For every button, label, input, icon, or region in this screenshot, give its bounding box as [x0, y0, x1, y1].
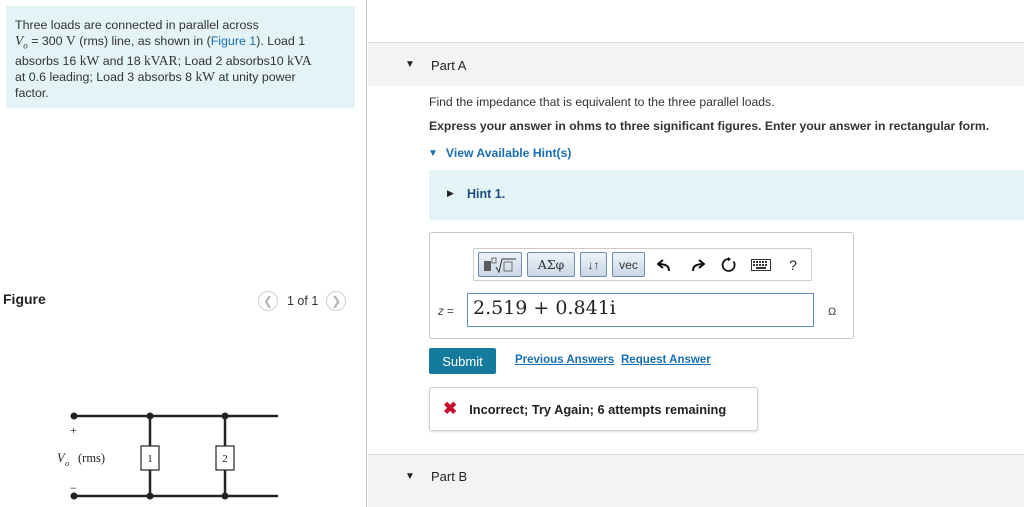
math-toolbar: ΑΣφ ↓↑ vec ?	[473, 248, 812, 281]
problem-line-5: factor.	[15, 86, 49, 101]
problem-text-c: absorbs 16	[15, 54, 80, 69]
problem-line-4: at 0.6 leading; Load 3 absorbs 8 kW at u…	[15, 69, 345, 85]
part-a-title: Part A	[431, 58, 467, 73]
node-1-top	[146, 412, 154, 420]
help-icon[interactable]: ?	[778, 252, 808, 277]
problem-statement: Three loads are connected in parallel ac…	[6, 6, 355, 108]
submit-button[interactable]: Submit	[429, 348, 496, 374]
figure-link[interactable]: Figure 1	[211, 34, 256, 48]
z-eq: =	[443, 306, 454, 318]
question-text: Find the impedance that is equivalent to…	[429, 95, 775, 109]
problem-text-e: ; Load 2 absorbs10	[177, 54, 288, 69]
load-1-label: 1	[147, 453, 153, 465]
problem-line-3: absorbs 16 kW and 18 kVAR; Load 2 absorb…	[15, 53, 345, 69]
problem-text-b: ). Load 1	[256, 34, 306, 48]
unit-kw-2: kW	[195, 69, 216, 85]
collapse-triangle-icon-b: ▼	[405, 471, 415, 482]
hint-1[interactable]: ▶ Hint 1.	[429, 170, 1024, 220]
request-answer-link[interactable]: Request Answer	[621, 354, 711, 366]
previous-answers-link[interactable]: Previous Answers	[515, 354, 614, 366]
feedback-box: ✖ Incorrect; Try Again; 6 attempts remai…	[429, 387, 758, 431]
minus-sign: −	[70, 481, 77, 495]
z-label: z =	[438, 306, 454, 318]
vec-button[interactable]: vec	[612, 252, 645, 277]
hint-1-label: Hint 1.	[467, 187, 506, 201]
undo-icon[interactable]	[650, 252, 680, 277]
terminal-top	[70, 412, 78, 420]
unit-label: Ω	[828, 306, 837, 318]
voltage-unit: V	[66, 33, 76, 48]
problem-line-2: Vo = 300 V (rms) line, as shown in (Figu…	[15, 33, 345, 53]
right-pane: ▼ Part A Find the impedance that is equi…	[368, 0, 1024, 507]
node-1-bottom	[146, 492, 154, 500]
keyboard-icon[interactable]	[746, 252, 776, 277]
voltage-symbol: V	[15, 33, 24, 48]
greek-symbols-button[interactable]: ΑΣφ	[527, 252, 575, 277]
arrows-button[interactable]: ↓↑	[580, 252, 607, 277]
part-b-title: Part B	[431, 469, 468, 484]
problem-line-1: Three loads are connected in parallel ac…	[15, 18, 259, 32]
x-icon: ✖	[443, 399, 458, 418]
reset-icon[interactable]	[714, 252, 744, 277]
source-unit: (rms)	[78, 451, 105, 465]
answer-input[interactable]: 2.519 + 0.841i	[467, 293, 814, 327]
chevron-right-icon[interactable]: ❯	[326, 291, 347, 311]
circuit-diagram[interactable]: 1 2 3 + − V o (rms)	[48, 408, 278, 507]
redo-icon[interactable]	[682, 252, 712, 277]
collapse-triangle-icon: ▼	[405, 59, 415, 70]
unit-kvar: kVAR	[144, 53, 178, 69]
load-2-label: 2	[222, 453, 228, 465]
pager-text: 1 of 1	[287, 294, 319, 308]
problem-text-a: (rms) line, as shown in (	[75, 34, 211, 48]
part-b-header[interactable]: ▼ Part B	[368, 454, 1024, 507]
hint-expand-icon: ▶	[447, 188, 454, 198]
plus-sign: +	[70, 423, 77, 437]
unit-kw: kW	[79, 53, 100, 69]
templates-button[interactable]	[478, 252, 522, 277]
part-a-header[interactable]: ▼ Part A	[368, 42, 1024, 86]
view-hints-toggle[interactable]: ▼ View Available Hint(s)	[428, 146, 571, 160]
hints-triangle-icon: ▼	[428, 147, 438, 159]
left-pane: Three loads are connected in parallel ac…	[0, 0, 367, 507]
instruction-text: Express your answer in ohms to three sig…	[429, 119, 990, 133]
unit-kva: kVA	[287, 53, 312, 69]
feedback-message: Incorrect; Try Again; 6 attempts remaini…	[469, 401, 727, 417]
problem-text-f: at 0.6 leading; Load 3 absorbs 8	[15, 70, 196, 85]
figure-pager: ❮ 1 of 1 ❯	[258, 291, 347, 311]
chevron-left-icon[interactable]: ❮	[258, 291, 278, 311]
problem-text-d: and 18	[99, 54, 145, 69]
answer-box: ΑΣφ ↓↑ vec ? z = 2.519 + 0.841i Ω	[429, 232, 854, 339]
figure-heading: Figure	[3, 291, 46, 307]
hints-toggle-label: View Available Hint(s)	[445, 146, 572, 160]
voltage-eq: = 300	[27, 34, 66, 48]
problem-text-g: at unity power	[215, 70, 296, 85]
source-sub: o	[65, 458, 69, 468]
node-2-bottom	[221, 492, 229, 500]
node-2-top	[221, 412, 229, 420]
templates-icon	[484, 257, 516, 273]
